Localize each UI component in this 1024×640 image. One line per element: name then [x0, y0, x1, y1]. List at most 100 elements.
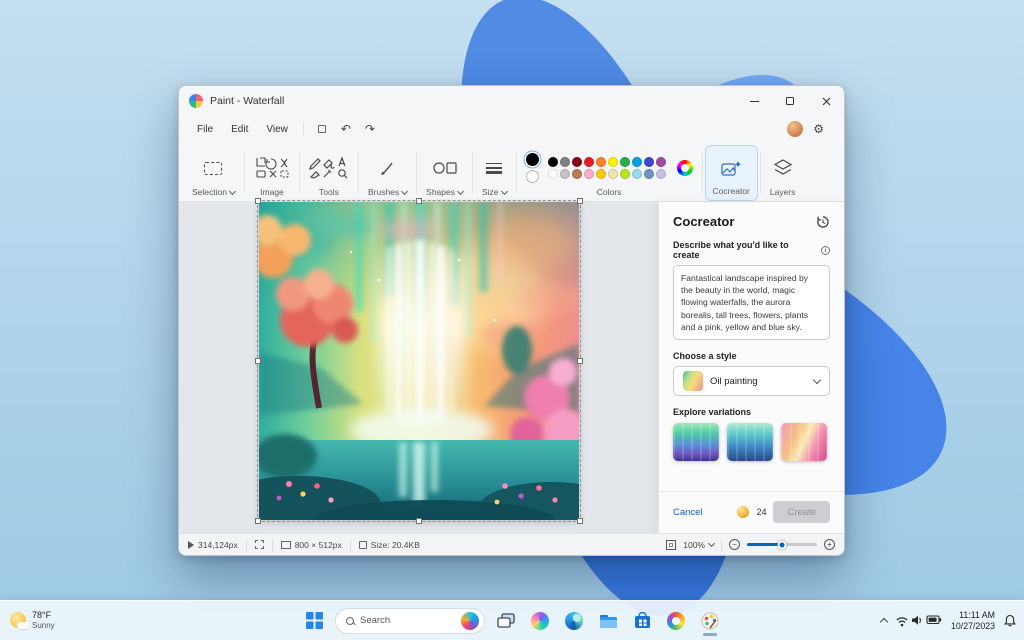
ribbon-group-image[interactable]: Image	[247, 145, 297, 201]
generated-artwork	[258, 202, 579, 520]
color-swatch[interactable]	[559, 168, 570, 179]
style-dropdown[interactable]: Oil painting	[673, 366, 830, 397]
color-swatch[interactable]	[619, 168, 630, 179]
minimize-button[interactable]	[736, 86, 772, 116]
menubar: File Edit View ↶ ↷ ⚙	[179, 116, 844, 142]
zoom-out-button[interactable]: −	[729, 539, 740, 550]
color-swatch[interactable]	[547, 156, 558, 167]
color-swatch[interactable]	[595, 168, 606, 179]
selection-handle[interactable]	[576, 358, 583, 364]
cursor-position: 314,124px	[198, 539, 238, 550]
color-grid	[547, 156, 667, 180]
background-color-swatch[interactable]	[525, 170, 539, 183]
color-swatch[interactable]	[607, 168, 618, 179]
brushes-label: Brushes	[367, 187, 400, 197]
menu-view[interactable]: View	[258, 121, 296, 138]
search-icon	[346, 616, 354, 625]
edge-button[interactable]	[561, 606, 587, 636]
color-swatch[interactable]	[655, 156, 666, 167]
ribbon-divider	[357, 152, 359, 194]
color-swatch[interactable]	[631, 168, 642, 179]
color-swatch[interactable]	[619, 156, 630, 167]
zoom-slider-thumb[interactable]	[777, 540, 787, 549]
titlebar[interactable]: Paint - Waterfall	[179, 86, 844, 116]
task-view-button[interactable]	[493, 606, 519, 636]
maximize-button[interactable]	[772, 86, 808, 116]
fit-to-screen-icon[interactable]	[666, 539, 677, 550]
create-button[interactable]: Create	[773, 501, 830, 523]
ribbon-group-cocreator[interactable]: Cocreator	[704, 145, 758, 201]
ribbon-group-brushes[interactable]: Brushes	[361, 145, 414, 201]
image-label: Image	[260, 187, 284, 197]
statusbar-divider	[245, 538, 247, 551]
selection-handle[interactable]	[415, 198, 422, 204]
store-button[interactable]	[629, 606, 655, 636]
taskbar-center: Search	[301, 606, 723, 636]
layers-label: Layers	[769, 187, 796, 197]
size-label: Size	[482, 187, 499, 197]
color-swatch[interactable]	[559, 156, 570, 167]
menu-file[interactable]: File	[189, 121, 221, 138]
tray-overflow-chevron-icon[interactable]	[879, 617, 889, 627]
notification-bell-icon[interactable]	[1004, 614, 1016, 627]
selection-size-icon	[254, 540, 264, 549]
start-button[interactable]	[301, 606, 327, 636]
color-swatch[interactable]	[547, 168, 558, 179]
color-swatch[interactable]	[583, 156, 594, 167]
ribbon-group-shapes[interactable]: Shapes	[419, 145, 470, 201]
ribbon-divider	[243, 152, 245, 194]
close-button[interactable]	[808, 86, 844, 116]
color-swatch[interactable]	[595, 156, 606, 167]
photos-button[interactable]	[663, 606, 689, 636]
color-swatch[interactable]	[607, 156, 618, 167]
canvas[interactable]	[254, 198, 583, 524]
selection-handle[interactable]	[415, 518, 422, 524]
ribbon-group-tools[interactable]: Tools	[302, 145, 356, 201]
edit-colors-wheel-icon[interactable]	[676, 160, 693, 176]
prompt-textbox[interactable]: Fantastical landscape inspired by the be…	[673, 265, 830, 341]
info-icon[interactable]: i	[821, 245, 830, 255]
color-swatch[interactable]	[655, 168, 666, 179]
color-swatch[interactable]	[583, 168, 594, 179]
ribbon-group-size[interactable]: Size	[475, 145, 514, 201]
selection-label: Selection	[192, 187, 227, 197]
account-avatar[interactable]	[787, 121, 804, 137]
selection-handle[interactable]	[254, 518, 261, 524]
weather-temp: 78°F	[32, 610, 52, 621]
foreground-color-swatch[interactable]	[525, 153, 539, 166]
cancel-button[interactable]: Cancel	[673, 507, 703, 518]
save-button[interactable]	[311, 119, 333, 139]
menubar-divider	[302, 122, 304, 136]
weather-widget[interactable]: 78°F Sunny	[10, 610, 55, 630]
variation-thumbnail-1[interactable]	[673, 423, 719, 462]
shapes-label: Shapes	[426, 187, 455, 197]
color-swatch[interactable]	[571, 168, 582, 179]
tray-status-icons[interactable]	[896, 614, 942, 627]
zoom-slider[interactable]	[747, 540, 817, 549]
menu-edit[interactable]: Edit	[223, 121, 256, 138]
zoom-in-button[interactable]: +	[824, 539, 835, 550]
color-swatch[interactable]	[643, 156, 654, 167]
selection-handle[interactable]	[254, 198, 261, 204]
zoom-level-dropdown[interactable]: 100%	[683, 540, 716, 550]
taskbar-search[interactable]: Search	[335, 607, 485, 634]
color-swatch[interactable]	[571, 156, 582, 167]
redo-button[interactable]: ↷	[359, 119, 381, 139]
ribbon-group-layers[interactable]: Layers	[763, 145, 803, 201]
color-swatch[interactable]	[631, 156, 642, 167]
settings-gear-icon[interactable]: ⚙	[813, 122, 824, 136]
history-icon[interactable]	[816, 215, 830, 229]
paint-taskbar-button[interactable]	[697, 606, 723, 636]
color-swatch[interactable]	[643, 168, 654, 179]
undo-button[interactable]: ↶	[335, 119, 357, 139]
selection-handle[interactable]	[254, 358, 261, 364]
variation-thumbnail-3[interactable]	[781, 423, 827, 462]
taskbar-clock[interactable]: 11:11 AM 10/27/2023	[951, 610, 995, 632]
file-explorer-button[interactable]	[595, 606, 621, 636]
ribbon-group-selection[interactable]: Selection	[185, 145, 242, 201]
selection-handle[interactable]	[576, 518, 583, 524]
statusbar: 314,124px 800 × 512px Size: 20.4KB 100% …	[179, 533, 844, 555]
copilot-button[interactable]	[527, 606, 553, 636]
selection-handle[interactable]	[576, 198, 583, 204]
variation-thumbnail-2[interactable]	[727, 423, 773, 462]
